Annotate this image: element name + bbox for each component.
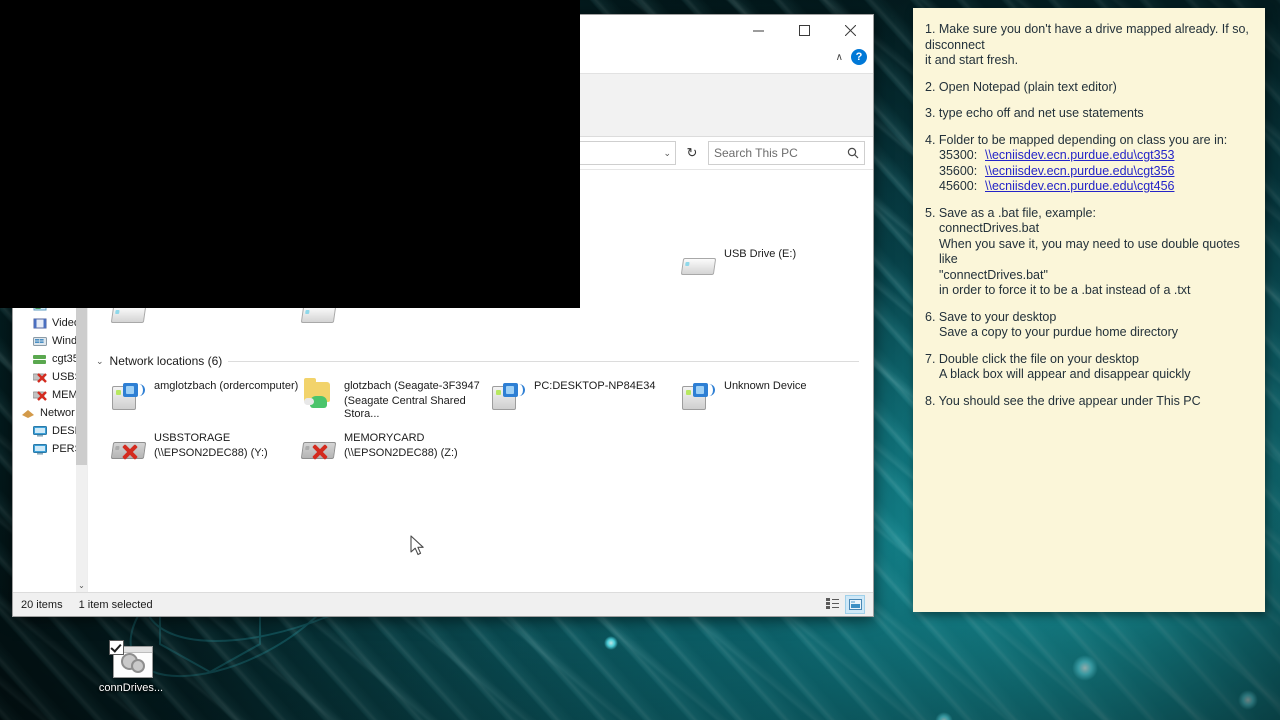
instruction-line: 2. Open Notepad (plain text editor) <box>925 79 1117 94</box>
instruction-step: 2. Open Notepad (plain text editor) <box>925 80 1253 96</box>
batch-file-gears-icon <box>109 640 153 678</box>
course-code: 35300: <box>939 148 978 162</box>
instruction-subline: A black box will appear and disappear qu… <box>939 367 1191 381</box>
chevron-up-icon[interactable]: ∧ <box>836 52 843 63</box>
instruction-line: 3. type echo off and net use statements <box>925 106 1144 120</box>
instruction-step: 1. Make sure you don't have a drive mapp… <box>925 22 1253 69</box>
status-bar: 20 items 1 item selected <box>13 592 873 616</box>
network-location-name: glotzbach (Seagate-3F3947 <box>344 380 480 392</box>
command-prompt-window[interactable] <box>0 0 580 308</box>
unc-path-link[interactable]: \\ecniisdev.ecn.purdue.edu\cgt456 <box>985 179 1174 193</box>
instruction-subline: connectDrives.bat <box>939 221 1040 235</box>
close-button[interactable] <box>827 15 873 45</box>
instruction-mapping-row: 35600: \\ecniisdev.ecn.purdue.edu\cgt356 <box>925 164 1253 180</box>
instruction-step: 5. Save as a .bat file, example: connectD… <box>925 206 1253 299</box>
network-location-tile[interactable]: glotzbach (Seagate-3F3947 (Seagate Centr… <box>300 376 490 422</box>
network-location-tile[interactable]: USBSTORAGE (\\EPSON2DEC88) (Y:) <box>110 428 300 474</box>
maximize-button[interactable] <box>781 15 827 45</box>
network-location-name: amglotzbach (ordercomputer) <box>154 380 299 392</box>
disconnected-drive-icon <box>32 370 47 384</box>
instruction-line: 4. Folder to be mapped depending on clas… <box>925 132 1228 147</box>
ribbon-right-controls[interactable]: ∧ ? <box>836 49 867 65</box>
instruction-subline: in order to force it to be a .bat instea… <box>939 283 1191 297</box>
status-selection: 1 item selected <box>78 598 153 611</box>
network-location-subname: (\\EPSON2DEC88) (Z:) <box>344 447 458 459</box>
instruction-mapping-row: 45600: \\ecniisdev.ecn.purdue.edu\cgt456 <box>925 179 1253 195</box>
network-drive-icon <box>33 352 47 366</box>
instruction-step: 7. Double click the file on your desktop… <box>925 352 1253 383</box>
windows-drive-icon <box>33 334 47 348</box>
network-location-icon <box>110 378 146 412</box>
refresh-icon[interactable]: ↻ <box>682 142 702 164</box>
usb-drive-icon <box>680 246 717 280</box>
group-header-label: Network locations (6) <box>109 354 223 368</box>
network-locations-row-2[interactable]: USBSTORAGE (\\EPSON2DEC88) (Y:) MEMORYCA… <box>88 422 873 474</box>
drive-tile[interactable]: USB Drive (E:) <box>680 244 870 290</box>
instruction-line: 6. Save to your desktop <box>925 309 1057 324</box>
chevron-down-icon[interactable]: ⌄ <box>663 148 671 159</box>
view-toggle-group[interactable] <box>823 595 865 614</box>
group-divider <box>228 360 859 362</box>
instruction-line: 8. You should see the drive appear under… <box>925 393 1201 408</box>
help-icon[interactable]: ? <box>851 49 867 65</box>
shared-folder-icon <box>300 378 336 412</box>
instruction-step: 4. Folder to be mapped depending on clas… <box>925 133 1253 195</box>
instruction-line: 5. Save as a .bat file, example: <box>925 205 1096 220</box>
unc-path-link[interactable]: \\ecniisdev.ecn.purdue.edu\cgt356 <box>985 164 1174 178</box>
network-locations-row-1[interactable]: amglotzbach (ordercomputer) glotzbach (S… <box>88 370 873 422</box>
disconnected-drive-icon <box>32 388 47 402</box>
network-location-icon <box>490 378 526 412</box>
desktop-icon-label: connDrives... <box>98 682 164 694</box>
instruction-subline: When you save it, you may need to use do… <box>939 236 1240 267</box>
drive-name: USB Drive (E:) <box>724 248 797 260</box>
computer-icon <box>33 424 47 438</box>
details-view-icon[interactable] <box>823 595 841 612</box>
network-location-subname: (Seagate Central Shared Stora... <box>344 395 466 420</box>
instruction-line: 7. Double click the file on your desktop <box>925 351 1140 366</box>
network-location-tile[interactable]: MEMORYCARD (\\EPSON2DEC88) (Z:) <box>300 428 490 474</box>
network-location-name: Unknown Device <box>724 380 807 392</box>
network-location-name: PC:DESKTOP-NP84E34 <box>534 380 656 392</box>
chevron-down-icon[interactable]: ⌄ <box>96 356 104 367</box>
network-location-tile[interactable]: PC:DESKTOP-NP84E34 <box>490 376 680 422</box>
nav-item-label: Networ <box>40 407 75 419</box>
course-code: 35600: <box>939 163 978 178</box>
course-code: 45600: <box>939 179 978 193</box>
minimize-button[interactable] <box>735 15 781 45</box>
instruction-step: 8. You should see the drive appear under… <box>925 394 1253 410</box>
search-input[interactable]: Search This PC <box>708 141 865 165</box>
instruction-mapping-row: 35300: \\ecniisdev.ecn.purdue.edu\cgt353 <box>925 148 1253 164</box>
nav-scroll-down-arrow[interactable]: ⌄ <box>76 578 87 592</box>
disconnected-network-drive-icon <box>300 430 337 464</box>
large-icons-view-icon[interactable] <box>845 595 865 614</box>
network-location-subname: (\\EPSON2DEC88) (Y:) <box>154 447 268 459</box>
network-location-icon <box>680 378 716 412</box>
instructions-panel: 1. Make sure you don't have a drive mapp… <box>913 8 1265 612</box>
network-locations-group-header[interactable]: ⌄ Network locations (6) <box>88 350 873 370</box>
network-icon <box>21 406 35 420</box>
instruction-line: it and start fresh. <box>925 53 1019 67</box>
instructions-steps: 1. Make sure you don't have a drive mapp… <box>925 22 1253 409</box>
search-icon <box>847 147 859 159</box>
instruction-step: 6. Save to your desktop Save a copy to yo… <box>925 310 1253 341</box>
status-item-count: 20 items <box>21 598 63 611</box>
unc-path-link[interactable]: \\ecniisdev.ecn.purdue.edu\cgt353 <box>985 148 1174 162</box>
videos-icon <box>33 316 47 330</box>
instruction-step: 3. type echo off and net use statements <box>925 106 1253 122</box>
computer-icon <box>33 442 47 456</box>
network-location-name: MEMORYCARD <box>344 432 425 444</box>
network-location-tile[interactable]: amglotzbach (ordercomputer) <box>110 376 300 422</box>
instruction-subline: Save a copy to your purdue home director… <box>939 325 1179 339</box>
desktop-icon-conndrives[interactable]: connDrives... <box>97 640 165 695</box>
network-location-tile[interactable]: Unknown Device <box>680 376 870 422</box>
instruction-line: 1. Make sure you don't have a drive mapp… <box>925 22 1249 52</box>
disconnected-network-drive-icon <box>110 430 147 464</box>
instruction-subline: "connectDrives.bat" <box>939 267 1048 282</box>
network-location-name: USBSTORAGE <box>154 432 231 444</box>
search-placeholder: Search This PC <box>714 146 798 160</box>
